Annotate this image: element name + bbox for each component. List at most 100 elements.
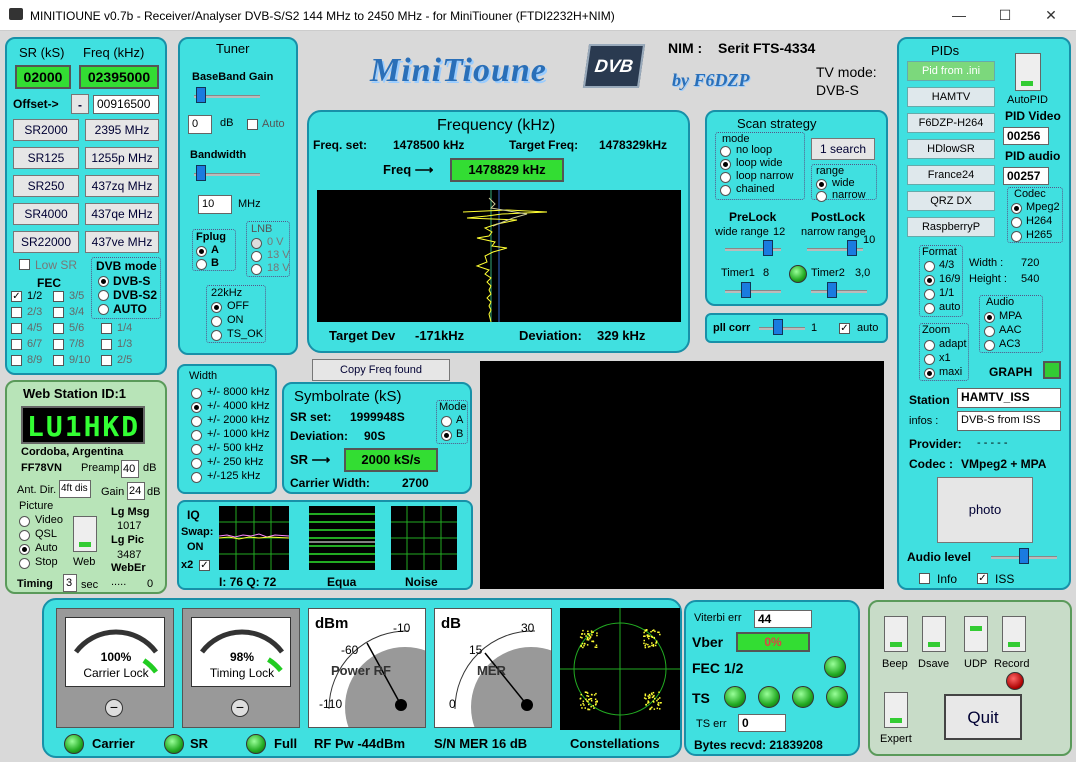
zoom-x1-radio[interactable] (924, 354, 935, 365)
udp-switch[interactable] (964, 616, 988, 652)
format-radio-0[interactable] (924, 261, 935, 272)
freq-preset-button-2[interactable]: 437zq MHz (85, 175, 159, 197)
pid-preset-button-3[interactable]: HDlowSR (907, 139, 995, 159)
picture-radio-0[interactable] (19, 516, 30, 527)
sr-preset-button-3[interactable]: SR4000 (13, 203, 79, 225)
gain-input[interactable]: 0 (188, 115, 212, 134)
pll-auto-checkbox[interactable]: ✓ (839, 323, 850, 334)
lnb-18v-radio[interactable] (251, 264, 262, 275)
sr-value[interactable]: 02000 (15, 65, 71, 89)
zoom-maxi-radio[interactable] (924, 368, 935, 379)
low-sr-checkbox[interactable] (19, 259, 30, 270)
timer1-slider[interactable] (725, 290, 781, 293)
timer2-thumb[interactable] (827, 282, 837, 298)
fec-checkbox-1[interactable] (53, 291, 64, 302)
pid-audio-input[interactable]: 00257 (1003, 167, 1049, 185)
timer1-thumb[interactable] (741, 282, 751, 298)
sr-preset-button-4[interactable]: SR22000 (13, 231, 79, 253)
bandwidth-thumb[interactable] (196, 165, 206, 181)
sr-mode-b-radio[interactable] (441, 430, 452, 441)
freq-preset-button-1[interactable]: 1255p MHz (85, 147, 159, 169)
copy-freq-button[interactable]: Copy Freq found (312, 359, 450, 381)
pid-preset-button-2[interactable]: F6DZP-H264 (907, 113, 995, 133)
pid-preset-button-1[interactable]: HAMTV (907, 87, 995, 107)
dvb-s2-radio[interactable] (98, 290, 109, 301)
width-radio-6[interactable] (191, 472, 202, 483)
extra-fec-checkbox-2[interactable] (101, 355, 112, 366)
freq-value[interactable]: 02395000 (79, 65, 159, 89)
fplug-b-radio[interactable] (196, 259, 207, 270)
width-radio-3[interactable] (191, 430, 202, 441)
codec-h264-radio[interactable] (1011, 217, 1022, 228)
codec-h265-radio[interactable] (1011, 231, 1022, 242)
info-checkbox[interactable] (919, 573, 930, 584)
khz22-tsok-radio[interactable] (211, 330, 222, 341)
maximize-button[interactable]: ☐ (982, 0, 1028, 31)
scan-mode-radio-1[interactable] (720, 159, 731, 170)
audio-mpa-radio[interactable] (984, 312, 995, 323)
bandwidth-input[interactable]: 10 (198, 195, 232, 214)
scan-mode-radio-2[interactable] (720, 172, 731, 183)
width-radio-5[interactable] (191, 458, 202, 469)
search-button[interactable]: 1 search (811, 138, 875, 160)
web-switch[interactable] (73, 516, 97, 552)
quit-button[interactable]: Quit (944, 694, 1022, 740)
dvb-s-radio[interactable] (98, 276, 109, 287)
width-radio-4[interactable] (191, 444, 202, 455)
codec-mpeg2-radio[interactable] (1011, 203, 1022, 214)
freq-preset-button-3[interactable]: 437qe MHz (85, 203, 159, 225)
viterbi-input[interactable]: 44 (754, 610, 812, 628)
pll-thumb[interactable] (773, 319, 783, 335)
offset-input[interactable]: 00916500 (93, 95, 159, 114)
web-gain-input[interactable]: 24 (127, 482, 145, 500)
extra-fec-checkbox-0[interactable] (101, 323, 112, 334)
timing-input[interactable]: 3 (63, 574, 77, 592)
fec-checkbox-0[interactable]: ✓ (11, 291, 22, 302)
timer2-slider[interactable] (811, 290, 867, 293)
ts-err-input[interactable]: 0 (738, 714, 786, 732)
autopid-switch[interactable] (1015, 53, 1041, 91)
audio-aac-radio[interactable] (984, 326, 995, 337)
pid-preset-button-4[interactable]: France24 (907, 165, 995, 185)
sr-preset-button-2[interactable]: SR250 (13, 175, 79, 197)
close-button[interactable]: ✕ (1028, 0, 1074, 31)
sr-preset-button-1[interactable]: SR125 (13, 147, 79, 169)
khz22-on-radio[interactable] (211, 316, 222, 327)
expert-switch[interactable] (884, 692, 908, 728)
width-radio-2[interactable] (191, 416, 202, 427)
minimize-button[interactable]: — (936, 0, 982, 31)
iss-checkbox[interactable]: ✓ (977, 573, 988, 584)
fplug-a-radio[interactable] (196, 246, 207, 257)
range-wide-radio[interactable] (816, 179, 827, 190)
infos-input[interactable]: DVB-S from ISS (957, 411, 1061, 431)
sr-preset-button-0[interactable]: SR2000 (13, 119, 79, 141)
extra-fec-checkbox-1[interactable] (101, 339, 112, 350)
baseband-gain-thumb[interactable] (196, 87, 206, 103)
scan-mode-radio-0[interactable] (720, 146, 731, 157)
lnb-0v-radio[interactable] (251, 238, 262, 249)
freq-preset-button-4[interactable]: 437ve MHz (85, 231, 159, 253)
fec-checkbox-4[interactable] (11, 323, 22, 334)
format-radio-3[interactable] (924, 303, 935, 314)
range-narrow-radio[interactable] (816, 191, 827, 202)
khz22-off-radio[interactable] (211, 302, 222, 313)
pid-preset-button-5[interactable]: QRZ DX (907, 191, 995, 211)
fec-checkbox-7[interactable] (53, 339, 64, 350)
postlock-thumb[interactable] (847, 240, 857, 256)
preamp-input[interactable]: 40 (121, 460, 139, 478)
record-switch[interactable] (1002, 616, 1026, 652)
pid-preset-button-6[interactable]: RaspberryP (907, 217, 995, 237)
pid-video-input[interactable]: 00256 (1003, 127, 1049, 145)
gain-auto-checkbox[interactable] (247, 119, 258, 130)
width-radio-0[interactable] (191, 388, 202, 399)
ant-dir-input[interactable]: 4ft dis (59, 480, 91, 498)
picture-radio-3[interactable] (19, 558, 30, 569)
picture-radio-2[interactable] (19, 544, 30, 555)
station-input[interactable]: HAMTV_ISS (957, 388, 1061, 408)
audio-ac3-radio[interactable] (984, 340, 995, 351)
scan-mode-radio-3[interactable] (720, 185, 731, 196)
fec-checkbox-9[interactable] (53, 355, 64, 366)
format-radio-1[interactable] (924, 275, 935, 286)
fec-checkbox-2[interactable] (11, 307, 22, 318)
offset-sign-button[interactable]: - (71, 94, 89, 114)
